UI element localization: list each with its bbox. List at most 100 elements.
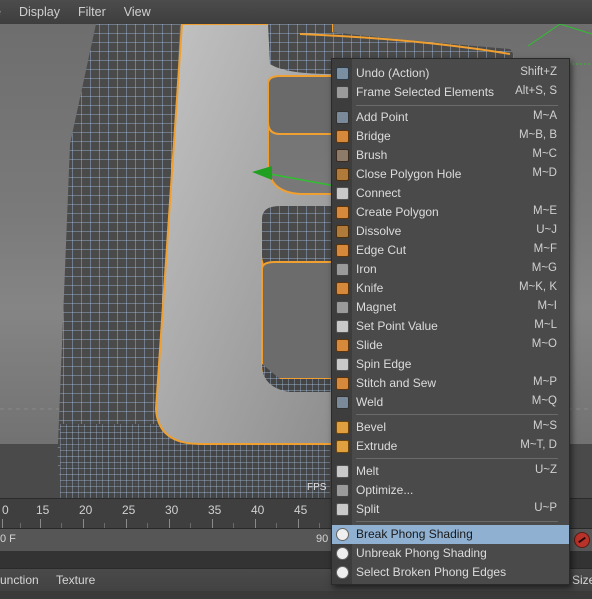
- menu-item-label: Select Broken Phong Edges: [356, 565, 507, 579]
- menu-item-label: Slide: [356, 338, 383, 352]
- close-hole-icon: [336, 168, 349, 181]
- menu-item-bridge[interactable]: Bridge M~B, B: [332, 127, 569, 146]
- menu-item-label: Bridge: [356, 129, 391, 143]
- menu-filter[interactable]: Filter: [78, 5, 106, 19]
- menu-display[interactable]: Display: [19, 5, 60, 19]
- tick-label: 45: [294, 503, 308, 517]
- menu-item-optimize[interactable]: Optimize...: [332, 481, 569, 500]
- menu-item-label: Spin Edge: [356, 357, 412, 371]
- tick-label: 20: [79, 503, 93, 517]
- menu-item-create-polygon[interactable]: Create Polygon M~E: [332, 203, 569, 222]
- menu-edit[interactable]: e: [0, 5, 1, 19]
- menu-item-shortcut: M~K, K: [518, 281, 557, 293]
- menu-item-spin-edge[interactable]: Spin Edge: [332, 355, 569, 374]
- menu-item-weld[interactable]: Weld M~Q: [332, 393, 569, 412]
- menu-item-shortcut: M~D: [532, 167, 557, 179]
- current-frame-field[interactable]: 0 F: [0, 533, 16, 545]
- tick-label: 25: [122, 503, 136, 517]
- menu-item-unbreak-phong-shading[interactable]: Unbreak Phong Shading: [332, 544, 569, 563]
- menu-item-split[interactable]: Split U~P: [332, 500, 569, 519]
- brush-icon: [336, 149, 349, 162]
- tick-label: 30: [165, 503, 179, 517]
- menu-item-label: Weld: [356, 395, 384, 409]
- fps-indicator: FPS: [307, 482, 327, 493]
- menu-item-shortcut: U~Z: [534, 464, 557, 476]
- menu-item-shortcut: M~L: [534, 319, 557, 331]
- menu-item-extrude[interactable]: Extrude M~T, D: [332, 437, 569, 456]
- dissolve-icon: [336, 225, 349, 238]
- menu-item-edge-cut[interactable]: Edge Cut M~F: [332, 241, 569, 260]
- menu-item-label: Stitch and Sew: [356, 376, 437, 390]
- menu-item-melt[interactable]: Melt U~Z: [332, 462, 569, 481]
- menu-item-brush[interactable]: Brush M~C: [332, 146, 569, 165]
- record-icon[interactable]: [574, 532, 590, 548]
- menu-item-undo[interactable]: Undo (Action) Shift+Z: [332, 64, 569, 83]
- menu-item-close-polygon-hole[interactable]: Close Polygon Hole M~D: [332, 165, 569, 184]
- menu-item-label: Close Polygon Hole: [356, 167, 462, 181]
- menu-separator: [356, 458, 558, 459]
- menu-item-frame-selected[interactable]: Frame Selected Elements Alt+S, S: [332, 83, 569, 102]
- edge-cut-icon: [336, 244, 349, 257]
- menu-item-shortcut: M~F: [533, 243, 557, 255]
- menu-item-iron[interactable]: Iron M~G: [332, 260, 569, 279]
- menubar: e Display Filter View: [0, 0, 592, 25]
- tab-size[interactable]: Size: [572, 573, 592, 587]
- menu-item-shortcut: U~P: [534, 502, 557, 514]
- tab-texture[interactable]: Texture: [56, 573, 95, 587]
- menu-item-magnet[interactable]: Magnet M~I: [332, 298, 569, 317]
- menu-item-label: Dissolve: [356, 224, 402, 238]
- menu-item-shortcut: M~G: [531, 262, 557, 274]
- bevel-icon: [336, 421, 349, 434]
- menu-item-shortcut: M~I: [537, 300, 558, 312]
- connect-icon: [336, 187, 349, 200]
- menu-item-shortcut: M~S: [533, 420, 557, 432]
- split-icon: [336, 503, 349, 516]
- tick: [126, 519, 127, 528]
- menu-item-label: Brush: [356, 148, 388, 162]
- menu-item-add-point[interactable]: Add Point M~A: [332, 108, 569, 127]
- menu-item-connect[interactable]: Connect: [332, 184, 569, 203]
- menu-item-label: Split: [356, 502, 380, 516]
- frame-icon: [336, 86, 349, 99]
- menu-view[interactable]: View: [124, 5, 151, 19]
- tick: [2, 519, 3, 528]
- tick: [212, 519, 213, 528]
- menu-item-dissolve[interactable]: Dissolve U~J: [332, 222, 569, 241]
- menu-item-label: Break Phong Shading: [356, 527, 473, 541]
- menu-item-break-phong-shading[interactable]: Break Phong Shading: [332, 525, 569, 544]
- menu-item-stitch-and-sew[interactable]: Stitch and Sew M~P: [332, 374, 569, 393]
- menu-item-bevel[interactable]: Bevel M~S: [332, 418, 569, 437]
- menu-item-label: Melt: [356, 464, 379, 478]
- menu-item-set-point-value[interactable]: Set Point Value M~L: [332, 317, 569, 336]
- tab-function[interactable]: unction: [0, 573, 39, 587]
- bridge-icon: [336, 130, 349, 143]
- melt-icon: [336, 465, 349, 478]
- iron-icon: [336, 263, 349, 276]
- menu-item-label: Knife: [356, 281, 384, 295]
- slide-icon: [336, 339, 349, 352]
- tick-label: 15: [36, 503, 50, 517]
- break-phong-icon: [336, 528, 349, 541]
- menu-item-shortcut: Shift+Z: [520, 66, 557, 78]
- menu-item-label: Set Point Value: [356, 319, 438, 333]
- tick: [40, 519, 41, 528]
- tick-label: 35: [208, 503, 222, 517]
- set-point-icon: [336, 320, 349, 333]
- tick-label: 0: [2, 503, 9, 517]
- menu-item-label: Optimize...: [356, 483, 414, 497]
- menu-item-select-broken-phong-edges[interactable]: Select Broken Phong Edges: [332, 563, 569, 582]
- menu-item-shortcut: M~C: [532, 148, 557, 160]
- tick-label: 40: [251, 503, 265, 517]
- end-frame-field[interactable]: 90: [316, 533, 328, 545]
- menu-item-shortcut: M~T, D: [520, 439, 557, 451]
- magnet-icon: [336, 301, 349, 314]
- tick: [298, 519, 299, 528]
- menu-item-label: Undo (Action): [356, 66, 430, 80]
- menu-item-shortcut: M~O: [531, 338, 557, 350]
- menu-item-slide[interactable]: Slide M~O: [332, 336, 569, 355]
- menu-item-label: Frame Selected Elements: [356, 85, 495, 99]
- menu-item-knife[interactable]: Knife M~K, K: [332, 279, 569, 298]
- undo-icon: [336, 67, 349, 80]
- menu-separator: [356, 414, 558, 415]
- menu-separator: [356, 521, 558, 522]
